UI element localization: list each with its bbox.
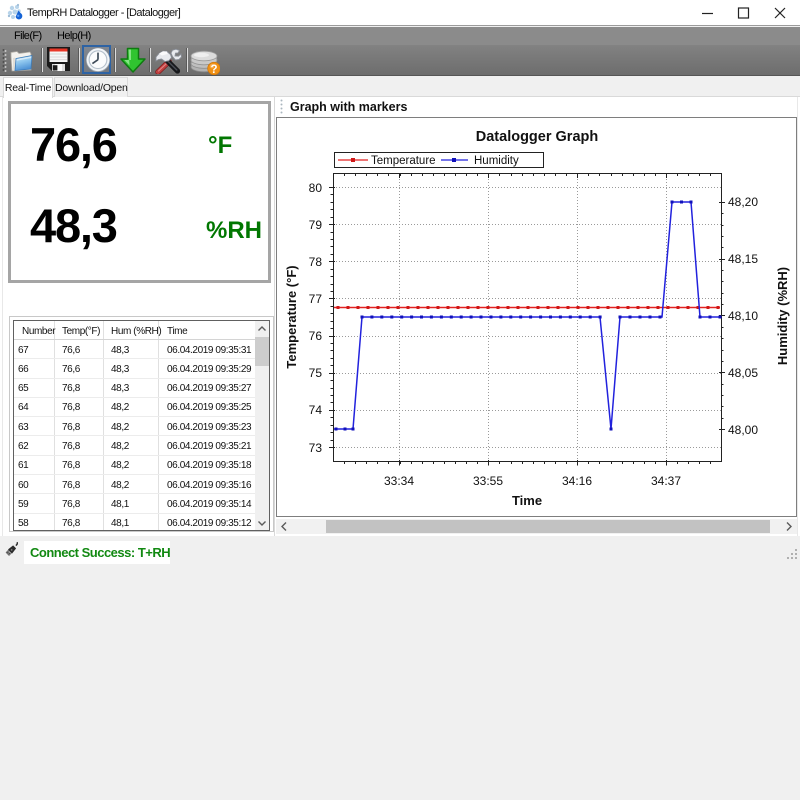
svg-text:34:16: 34:16 xyxy=(562,474,592,488)
svg-text:79: 79 xyxy=(309,218,323,232)
svg-text:74: 74 xyxy=(309,403,323,417)
svg-text:48,05: 48,05 xyxy=(728,366,758,380)
svg-text:48,15: 48,15 xyxy=(728,252,758,266)
svg-text:48,20: 48,20 xyxy=(728,195,758,209)
svg-text:77: 77 xyxy=(309,292,323,306)
svg-text:73: 73 xyxy=(309,441,323,455)
svg-text:48,00: 48,00 xyxy=(728,423,758,437)
svg-text:Humidity: Humidity xyxy=(474,155,519,167)
svg-text:34:37: 34:37 xyxy=(651,474,681,488)
svg-text:48,10: 48,10 xyxy=(728,309,758,323)
svg-text:78: 78 xyxy=(309,255,323,269)
svg-text:33:34: 33:34 xyxy=(384,474,414,488)
svg-text:76: 76 xyxy=(309,329,323,343)
svg-text:80: 80 xyxy=(309,181,323,195)
svg-text:Humidity (%RH): Humidity (%RH) xyxy=(775,267,790,365)
svg-text:Temperature: Temperature xyxy=(371,155,436,167)
svg-text:75: 75 xyxy=(309,366,323,380)
svg-text:Datalogger Graph: Datalogger Graph xyxy=(476,129,598,145)
svg-text:Temperature (°F): Temperature (°F) xyxy=(284,265,299,368)
svg-text:33:55: 33:55 xyxy=(473,474,503,488)
svg-text:Time: Time xyxy=(512,493,542,508)
svg-text:?: ? xyxy=(210,64,217,75)
